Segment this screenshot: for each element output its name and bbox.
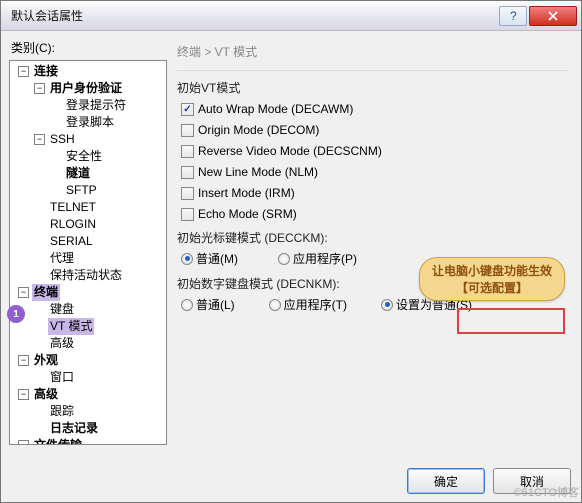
tree-item-label: 用户身份验证: [48, 80, 124, 97]
checkbox-label: Origin Mode (DECOM): [198, 123, 319, 137]
section-initial-vt: 初始VT模式: [177, 79, 569, 96]
help-button[interactable]: ?: [499, 6, 527, 26]
tree-item[interactable]: 窗口: [10, 369, 166, 386]
checkbox[interactable]: [181, 187, 194, 200]
tree-item-label: VT 模式: [48, 318, 94, 335]
checkbox-label: Echo Mode (SRM): [198, 207, 297, 221]
radio[interactable]: [269, 299, 281, 311]
tree-item-label: 保持活动状态: [48, 267, 124, 284]
radio-option[interactable]: 应用程序(T): [269, 296, 347, 313]
tree-item-label: TELNET: [48, 199, 98, 216]
tree-item-label: 高级: [32, 386, 60, 403]
tree-item-label: 登录脚本: [64, 114, 116, 131]
tree-item[interactable]: RLOGIN: [10, 216, 166, 233]
tree-item[interactable]: 安全性: [10, 148, 166, 165]
tree-toggle-icon[interactable]: −: [34, 134, 45, 145]
checkbox[interactable]: [181, 166, 194, 179]
tree-item-label: 窗口: [48, 369, 76, 386]
tree-item-label: 日志记录: [48, 420, 100, 437]
tree-item[interactable]: −高级: [10, 386, 166, 403]
window-title: 默认会话属性: [11, 7, 499, 24]
radio-label: 应用程序(T): [284, 296, 347, 313]
annotation-marker: 1: [7, 305, 25, 323]
radio[interactable]: [181, 299, 193, 311]
checkbox[interactable]: [181, 103, 194, 116]
breadcrumb: 终端 > VT 模式: [177, 37, 569, 71]
tree-item-label: SERIAL: [48, 233, 95, 250]
section-cursor-keys: 初始光标键模式 (DECCKM):: [177, 229, 569, 246]
annotation-highlight: [457, 308, 565, 334]
tree-item[interactable]: 日志记录: [10, 420, 166, 437]
tree-item-label: 外观: [32, 352, 60, 369]
tree-item-label: 隧道: [64, 165, 92, 182]
tree-item[interactable]: 登录提示符: [10, 97, 166, 114]
radio-label: 普通(L): [196, 296, 235, 313]
tree-item[interactable]: 登录脚本: [10, 114, 166, 131]
tree-toggle-icon[interactable]: −: [18, 355, 29, 366]
tree-toggle-icon[interactable]: −: [18, 287, 29, 298]
category-label: 类别(C):: [9, 37, 167, 60]
tree-item-label: 键盘: [48, 301, 76, 318]
settings-panel: 终端 > VT 模式 初始VT模式 Auto Wrap Mode (DECAWM…: [167, 37, 573, 445]
checkbox[interactable]: [181, 208, 194, 221]
checkbox-label: Auto Wrap Mode (DECAWM): [198, 102, 353, 116]
tree-item[interactable]: −SSH: [10, 131, 166, 148]
radio-option[interactable]: 应用程序(P): [278, 250, 357, 267]
tree-item[interactable]: −外观: [10, 352, 166, 369]
watermark: ©51CTO博客: [514, 484, 579, 500]
tree-toggle-icon[interactable]: −: [18, 66, 29, 77]
tree-item-label: 跟踪: [48, 403, 76, 420]
tree-item-label: SSH: [48, 131, 77, 148]
tree-item[interactable]: −终端: [10, 284, 166, 301]
tree-item-label: 安全性: [64, 148, 104, 165]
tree-item-label: SFTP: [64, 182, 99, 199]
tree-item-label: 文件传输: [32, 437, 84, 445]
close-button[interactable]: [529, 6, 577, 26]
tree-item[interactable]: 键盘: [10, 301, 166, 318]
tree-item[interactable]: SERIAL: [10, 233, 166, 250]
tree-item[interactable]: 代理: [10, 250, 166, 267]
category-tree[interactable]: −连接−用户身份验证登录提示符登录脚本−SSH安全性隧道SFTPTELNETRL…: [9, 60, 167, 445]
radio-label: 应用程序(P): [293, 250, 357, 267]
tree-item[interactable]: TELNET: [10, 199, 166, 216]
ok-button[interactable]: 确定: [407, 468, 485, 494]
tree-toggle-icon[interactable]: −: [18, 389, 29, 400]
tree-item[interactable]: −文件传输: [10, 437, 166, 445]
tree-item-label: 高级: [48, 335, 76, 352]
tree-item-label: 连接: [32, 63, 60, 80]
checkbox-label: Reverse Video Mode (DECSCNM): [198, 144, 382, 158]
tree-item[interactable]: 跟踪: [10, 403, 166, 420]
radio[interactable]: [381, 299, 393, 311]
checkbox[interactable]: [181, 145, 194, 158]
checkbox-label: Insert Mode (IRM): [198, 186, 295, 200]
tree-item[interactable]: 保持活动状态: [10, 267, 166, 284]
tree-item[interactable]: VT 模式: [10, 318, 166, 335]
tree-item[interactable]: SFTP: [10, 182, 166, 199]
tree-item-label: 终端: [32, 284, 60, 301]
tree-toggle-icon[interactable]: −: [18, 440, 29, 445]
radio-option[interactable]: 普通(M): [181, 250, 238, 267]
checkbox-label: New Line Mode (NLM): [198, 165, 318, 179]
tree-item[interactable]: 高级: [10, 335, 166, 352]
tree-item[interactable]: −用户身份验证: [10, 80, 166, 97]
tree-item-label: 代理: [48, 250, 76, 267]
radio[interactable]: [181, 253, 193, 265]
titlebar: 默认会话属性 ?: [1, 1, 581, 31]
radio[interactable]: [278, 253, 290, 265]
dialog-window: 默认会话属性 ? 类别(C): −连接−用户身份验证登录提示符登录脚本−SSH安…: [0, 0, 582, 503]
tree-item[interactable]: 隧道: [10, 165, 166, 182]
tree-item-label: 登录提示符: [64, 97, 128, 114]
svg-text:?: ?: [510, 11, 517, 21]
tree-item-label: RLOGIN: [48, 216, 98, 233]
tree-item[interactable]: −连接: [10, 63, 166, 80]
radio-label: 普通(M): [196, 250, 238, 267]
tree-toggle-icon[interactable]: −: [34, 83, 45, 94]
annotation-tip: 让电脑小键盘功能生效 【可选配置】: [419, 257, 565, 301]
checkbox[interactable]: [181, 124, 194, 137]
radio-option[interactable]: 普通(L): [181, 296, 235, 313]
